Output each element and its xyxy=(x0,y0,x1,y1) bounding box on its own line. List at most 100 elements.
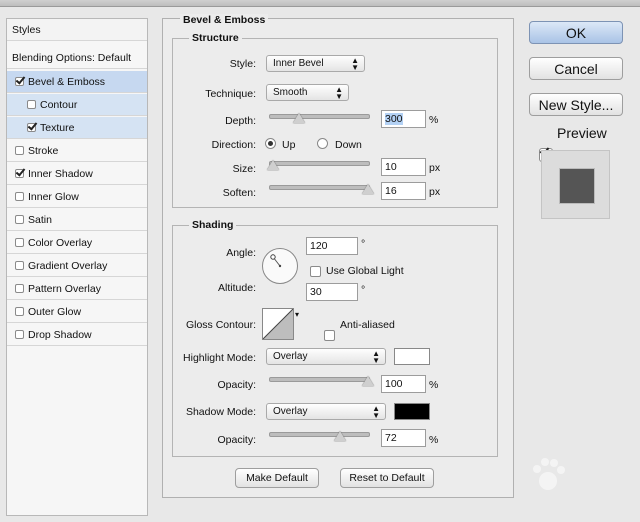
style-item-label: Contour xyxy=(40,98,78,111)
angle-input[interactable]: 120 xyxy=(306,237,358,255)
size-slider-track[interactable] xyxy=(269,161,370,166)
angle-label: Angle: xyxy=(226,247,256,259)
direction-down-label: Down xyxy=(335,139,362,151)
style-item-checkbox[interactable] xyxy=(15,307,24,316)
style-item-label: Outer Glow xyxy=(28,305,82,318)
depth-slider-thumb[interactable] xyxy=(292,113,305,123)
styles-header-label: Styles xyxy=(12,23,41,36)
new-style-button[interactable]: New Style... xyxy=(529,93,623,116)
depth-input-value: 300 xyxy=(385,113,403,125)
use-global-light-label: Use Global Light xyxy=(326,265,404,277)
altitude-input[interactable]: 30 xyxy=(306,283,358,301)
style-item-label: Bevel & Emboss xyxy=(28,75,106,88)
shadow-opacity-label: Opacity: xyxy=(217,434,256,446)
window-titlebar xyxy=(0,0,640,7)
highlight-mode-select[interactable]: Overlay ▲ ▼ xyxy=(266,348,386,365)
depth-slider-track[interactable] xyxy=(269,114,370,119)
size-slider-thumb[interactable] xyxy=(266,160,279,170)
style-item-texture[interactable]: Texture xyxy=(7,117,147,139)
style-item-checkbox[interactable] xyxy=(15,169,24,178)
direction-up-label: Up xyxy=(282,139,296,151)
updown-arrow-icon: ▲ ▼ xyxy=(372,349,380,365)
highlight-color-swatch[interactable] xyxy=(394,348,430,365)
anti-aliased-checkbox[interactable] xyxy=(324,330,335,341)
style-item-checkbox[interactable] xyxy=(15,215,24,224)
size-unit: px xyxy=(429,162,441,174)
make-default-button[interactable]: Make Default xyxy=(235,468,319,488)
depth-unit: % xyxy=(429,114,439,126)
highlight-mode-value: Overlay xyxy=(273,351,308,362)
style-item-checkbox[interactable] xyxy=(27,123,36,132)
preview-thumbnail xyxy=(541,150,610,219)
style-item-label: Satin xyxy=(28,213,52,226)
depth-input[interactable]: 300 xyxy=(381,110,426,128)
style-item-checkbox[interactable] xyxy=(15,77,24,86)
style-item-contour[interactable]: Contour xyxy=(7,94,147,116)
highlight-opacity-input[interactable]: 100 xyxy=(381,375,426,393)
soften-slider-track[interactable] xyxy=(269,185,370,190)
style-item-stroke[interactable]: Stroke xyxy=(7,140,147,162)
style-item-label: Color Overlay xyxy=(28,236,93,249)
style-item-label: Pattern Overlay xyxy=(28,282,101,295)
updown-arrow-icon: ▲ ▼ xyxy=(351,56,359,72)
highlight-opacity-thumb[interactable] xyxy=(362,376,374,386)
gloss-contour-label: Gloss Contour: xyxy=(185,319,256,331)
gloss-contour-picker[interactable] xyxy=(262,308,294,340)
style-item-checkbox[interactable] xyxy=(15,238,24,247)
direction-up-radio[interactable] xyxy=(265,138,276,149)
style-item-label: Drop Shadow xyxy=(28,328,92,341)
size-input[interactable]: 10 xyxy=(381,158,426,176)
style-item-drop-shadow[interactable]: Drop Shadow xyxy=(7,324,147,346)
soften-input[interactable]: 16 xyxy=(381,182,426,200)
style-item-checkbox[interactable] xyxy=(27,100,36,109)
direction-label: Direction: xyxy=(211,139,256,151)
depth-label: Depth: xyxy=(225,115,256,127)
reset-to-default-button[interactable]: Reset to Default xyxy=(340,468,434,488)
style-item-satin[interactable]: Satin xyxy=(7,209,147,231)
use-global-light-checkbox[interactable] xyxy=(310,266,321,277)
style-item-inner-shadow[interactable]: Inner Shadow xyxy=(7,163,147,185)
structure-title: Structure xyxy=(189,32,242,44)
contour-dropdown-arrow-icon[interactable]: ▾ xyxy=(295,310,299,319)
style-item-inner-glow[interactable]: Inner Glow xyxy=(7,186,147,208)
shadow-opacity-input[interactable]: 72 xyxy=(381,429,426,447)
cancel-button[interactable]: Cancel xyxy=(529,57,623,80)
angle-unit: ° xyxy=(361,238,366,250)
highlight-opacity-unit: % xyxy=(429,379,439,391)
style-item-pattern-overlay[interactable]: Pattern Overlay xyxy=(7,278,147,300)
highlight-opacity-track[interactable] xyxy=(269,377,370,382)
style-item-gradient-overlay[interactable]: Gradient Overlay xyxy=(7,255,147,277)
style-item-checkbox[interactable] xyxy=(15,192,24,201)
style-item-checkbox[interactable] xyxy=(15,146,24,155)
styles-header[interactable]: Styles xyxy=(7,19,147,41)
updown-arrow-icon: ▲ ▼ xyxy=(335,85,343,101)
shadow-opacity-track[interactable] xyxy=(269,432,370,437)
style-item-outer-glow[interactable]: Outer Glow xyxy=(7,301,147,323)
direction-down-radio[interactable] xyxy=(317,138,328,149)
highlight-opacity-label: Opacity: xyxy=(217,379,256,391)
style-select[interactable]: Inner Bevel ▲ ▼ xyxy=(266,55,365,72)
technique-select[interactable]: Smooth ▲ ▼ xyxy=(266,84,349,101)
style-item-color-overlay[interactable]: Color Overlay xyxy=(7,232,147,254)
style-item-bevel-emboss[interactable]: Bevel & Emboss xyxy=(7,71,147,93)
altitude-label: Altitude: xyxy=(218,282,256,294)
style-label: Style: xyxy=(229,58,256,70)
soften-unit: px xyxy=(429,186,441,198)
style-item-label: Stroke xyxy=(28,144,59,157)
soften-slider-thumb[interactable] xyxy=(362,184,374,194)
style-item-checkbox[interactable] xyxy=(15,330,24,339)
angle-dial-icon xyxy=(270,254,282,268)
blending-options-item[interactable]: Blending Options: Default xyxy=(7,47,147,69)
ok-button[interactable]: OK xyxy=(529,21,623,44)
contour-linear-icon xyxy=(263,309,293,339)
shadow-mode-select[interactable]: Overlay ▲ ▼ xyxy=(266,403,386,420)
paw-logo-icon xyxy=(533,458,565,490)
soften-label: Soften: xyxy=(222,187,256,199)
technique-label: Technique: xyxy=(205,88,256,100)
style-item-checkbox[interactable] xyxy=(15,284,24,293)
style-item-checkbox[interactable] xyxy=(15,261,24,270)
preview-swatch xyxy=(559,168,595,204)
shadow-color-swatch[interactable] xyxy=(394,403,430,420)
angle-dial[interactable] xyxy=(262,248,298,284)
shadow-opacity-thumb[interactable] xyxy=(334,431,347,441)
